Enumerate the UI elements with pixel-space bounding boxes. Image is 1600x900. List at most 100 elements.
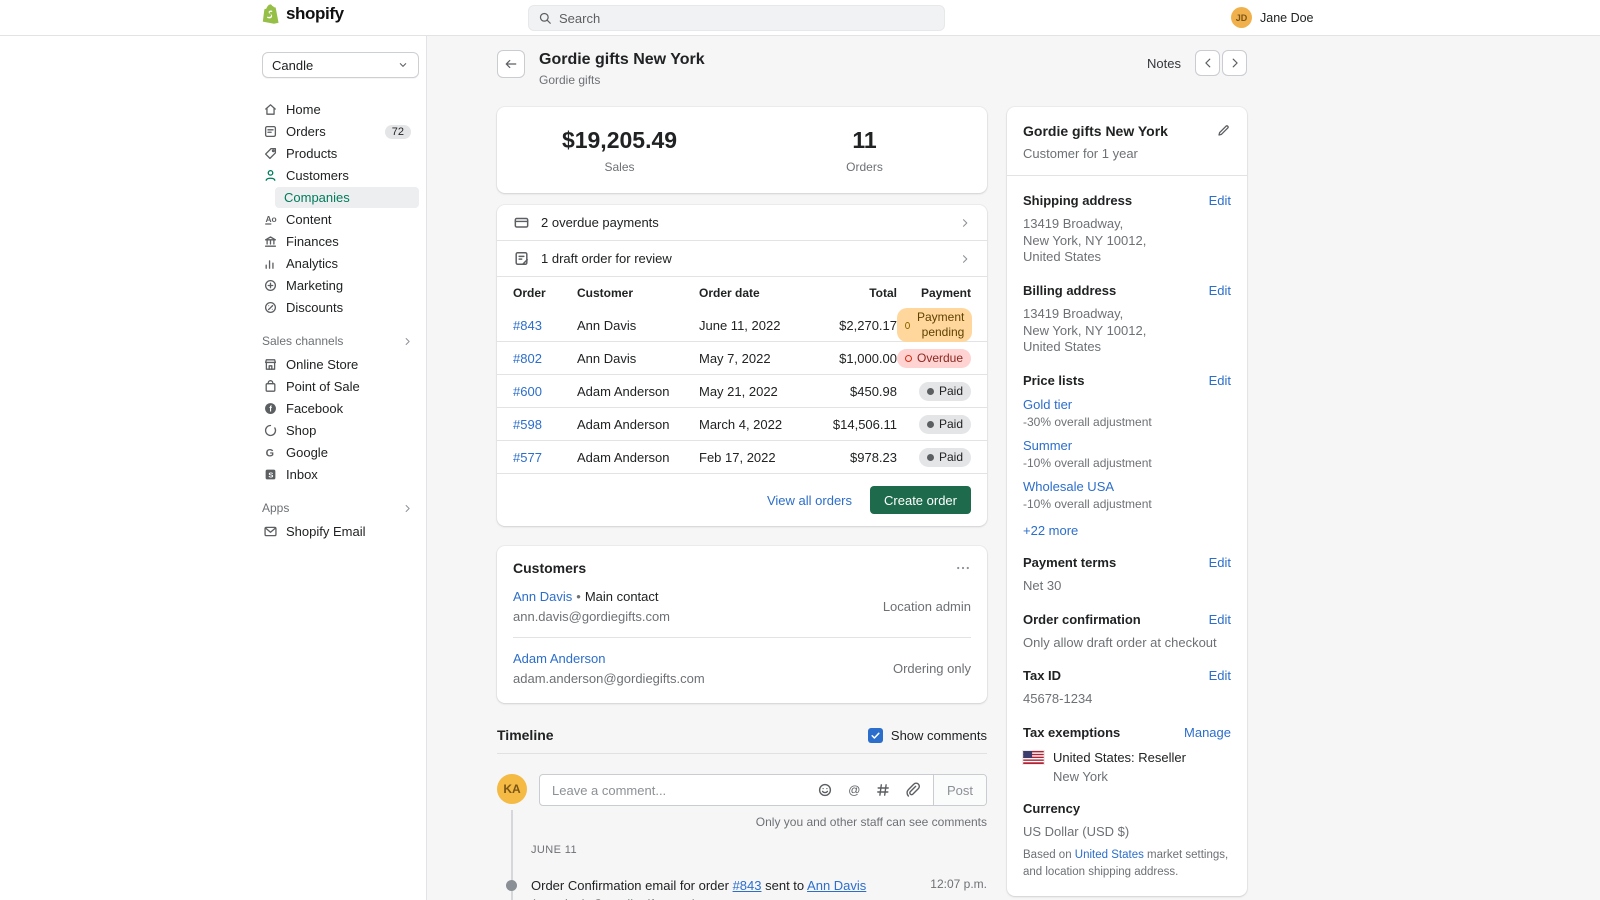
- sales-channels-header[interactable]: Sales channels: [262, 334, 419, 348]
- global-search[interactable]: [528, 5, 945, 31]
- sidebar-nav-item[interactable]: Discounts: [262, 297, 419, 318]
- previous-button[interactable]: [1195, 50, 1220, 76]
- price-list-link[interactable]: Gold tier: [1023, 397, 1072, 412]
- shipping-address-section: Shipping address Edit 13419 Broadway, Ne…: [1023, 193, 1231, 266]
- emoji-icon[interactable]: [817, 782, 833, 798]
- table-row[interactable]: #577 Adam Anderson Feb 17, 2022 $978.23 …: [497, 440, 987, 473]
- sales-channels-label: Sales channels: [262, 334, 343, 348]
- apps-header[interactable]: Apps: [262, 501, 419, 515]
- edit-order-confirmation-link[interactable]: Edit: [1209, 612, 1231, 627]
- price-list-item: Wholesale USA -10% overall adjustment: [1023, 479, 1231, 511]
- sidebar-nav-item[interactable]: Customers: [262, 165, 419, 186]
- customers-title: Customers: [513, 560, 586, 576]
- chevron-right-icon: [402, 503, 413, 514]
- comment-input[interactable]: [540, 783, 817, 798]
- chevron-right-icon: [402, 336, 413, 347]
- tax-id-value: 45678-1234: [1023, 691, 1231, 708]
- edit-shipping-link[interactable]: Edit: [1209, 193, 1231, 208]
- chevron-left-icon: [1201, 56, 1215, 70]
- email-icon: [263, 524, 278, 539]
- attachment-icon[interactable]: [904, 782, 920, 798]
- customer-name-link[interactable]: Adam Anderson: [513, 651, 606, 666]
- table-row[interactable]: #598 Adam Anderson March 4, 2022 $14,506…: [497, 407, 987, 440]
- sales-channel-item[interactable]: Point of Sale: [262, 376, 419, 397]
- store-selector[interactable]: Candle: [262, 52, 419, 78]
- orders-value: 11: [852, 127, 876, 154]
- alert-row[interactable]: 2 overdue payments: [497, 205, 987, 241]
- united-states-market-link[interactable]: United States: [1075, 849, 1144, 861]
- comment-box: @ Post: [539, 774, 987, 806]
- manage-tax-exemptions-link[interactable]: Manage: [1184, 725, 1231, 740]
- edit-price-lists-link[interactable]: Edit: [1209, 373, 1231, 388]
- app-item[interactable]: Shopify Email: [262, 521, 419, 542]
- back-button[interactable]: [497, 50, 525, 78]
- sidebar-nav-item[interactable]: Orders 72: [262, 121, 419, 142]
- sales-channel-item[interactable]: G Google: [262, 442, 419, 463]
- table-row[interactable]: #802 Ann Davis May 7, 2022 $1,000.00 Ove…: [497, 341, 987, 374]
- finances-icon: [263, 234, 278, 249]
- show-comments-toggle[interactable]: Show comments: [868, 728, 987, 743]
- sidebar-nav-item[interactable]: Companies: [275, 187, 419, 208]
- post-button[interactable]: Post: [933, 775, 986, 805]
- marketing-icon: [263, 278, 278, 293]
- sales-channel-item[interactable]: S Inbox: [262, 464, 419, 485]
- sidebar-nav-item[interactable]: Ao Content: [262, 209, 419, 230]
- edit-payment-terms-link[interactable]: Edit: [1209, 555, 1231, 570]
- customer-tag: Main contact: [585, 589, 659, 604]
- price-list-link[interactable]: Summer: [1023, 438, 1072, 453]
- next-button[interactable]: [1222, 50, 1247, 76]
- sales-channels-nav: Online Store Point of Sale f Facebook Sh…: [262, 354, 419, 485]
- breadcrumb[interactable]: Gordie gifts: [539, 73, 705, 87]
- show-comments-label: Show comments: [891, 728, 987, 743]
- sidebar-nav-item[interactable]: Finances: [262, 231, 419, 252]
- table-row[interactable]: #600 Adam Anderson May 21, 2022 $450.98 …: [497, 374, 987, 407]
- user-menu[interactable]: JD Jane Doe: [1231, 7, 1314, 28]
- timeline-entry: Order Confirmation email for order #843 …: [497, 877, 987, 900]
- sales-channel-item[interactable]: f Facebook: [262, 398, 419, 419]
- alert-row[interactable]: 1 draft order for review: [497, 241, 987, 277]
- order-link[interactable]: #843: [733, 878, 762, 893]
- view-all-orders-link[interactable]: View all orders: [767, 493, 852, 508]
- edit-tax-id-link[interactable]: Edit: [1209, 668, 1231, 683]
- timeline-entry-text: Order Confirmation email for order #843 …: [531, 877, 918, 900]
- search-input[interactable]: [559, 11, 935, 26]
- nav-item-label: Marketing: [286, 278, 343, 293]
- notes-button[interactable]: Notes: [1147, 56, 1181, 71]
- sales-channel-item[interactable]: Shop: [262, 420, 419, 441]
- price-list-item: Gold tier -30% overall adjustment: [1023, 397, 1231, 429]
- customer-name-link[interactable]: Ann Davis: [513, 589, 572, 604]
- order-number-link[interactable]: #802: [513, 351, 542, 366]
- billing-address: 13419 Broadway, New York, NY 10012, Unit…: [1023, 306, 1231, 356]
- orders-card: 2 overdue payments 1 draft order for rev…: [497, 205, 987, 526]
- order-number-link[interactable]: #600: [513, 384, 542, 399]
- col-customer: Customer: [577, 286, 699, 300]
- caret-down-icon: [397, 59, 409, 71]
- overflow-menu-icon[interactable]: [955, 560, 971, 576]
- order-number-link[interactable]: #577: [513, 450, 542, 465]
- more-price-lists-link[interactable]: +22 more: [1023, 523, 1231, 538]
- sidebar-nav-item[interactable]: Analytics: [262, 253, 419, 274]
- checkbox-checked-icon[interactable]: [868, 728, 883, 743]
- col-order: Order: [513, 286, 577, 300]
- order-number-link[interactable]: #598: [513, 417, 542, 432]
- hashtag-icon[interactable]: [875, 782, 891, 798]
- nav-item-label: Content: [286, 212, 332, 227]
- customer-tenure: Customer for 1 year: [1023, 146, 1231, 161]
- customer-row: Adam Anderson• adam.anderson@gordiegifts…: [513, 637, 971, 699]
- status-dot-icon: [905, 355, 912, 362]
- create-order-button[interactable]: Create order: [870, 486, 971, 514]
- chevron-right-icon: [959, 217, 971, 229]
- order-total: $450.98: [817, 384, 897, 399]
- sidebar-nav-item[interactable]: Home: [262, 99, 419, 120]
- edit-pencil-icon[interactable]: [1216, 123, 1231, 138]
- customer-link[interactable]: Ann Davis: [807, 878, 866, 893]
- mention-icon[interactable]: @: [846, 782, 862, 798]
- price-list-link[interactable]: Wholesale USA: [1023, 479, 1114, 494]
- sales-channel-item[interactable]: Online Store: [262, 354, 419, 375]
- sidebar-nav-item[interactable]: Marketing: [262, 275, 419, 296]
- edit-billing-link[interactable]: Edit: [1209, 283, 1231, 298]
- shopify-logo[interactable]: shopify: [261, 3, 344, 25]
- order-number-link[interactable]: #843: [513, 318, 542, 333]
- sidebar-nav-item[interactable]: Products: [262, 143, 419, 164]
- table-row[interactable]: #843 Ann Davis June 11, 2022 $2,270.17 P…: [497, 308, 987, 341]
